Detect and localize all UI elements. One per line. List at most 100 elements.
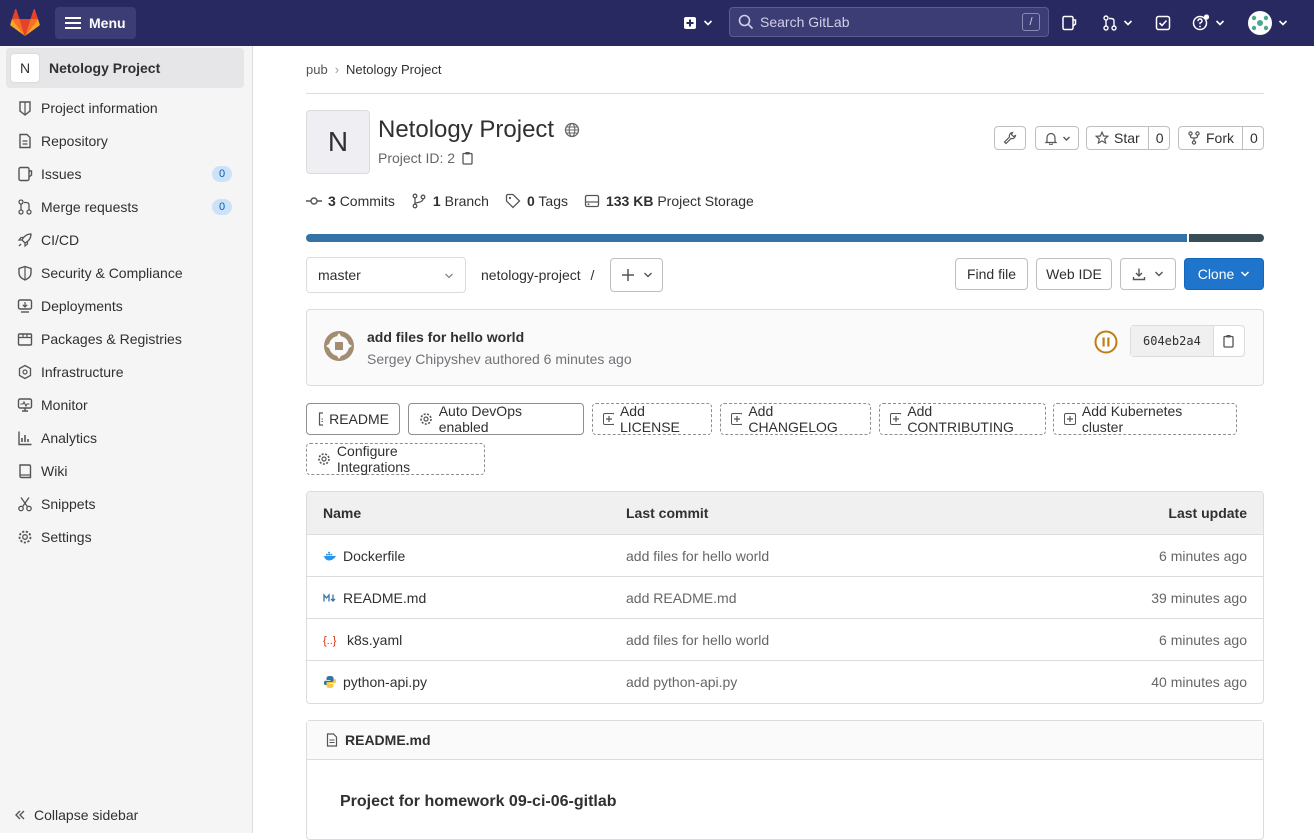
issues-nav-icon[interactable] (1060, 7, 1078, 39)
repo-path-link[interactable]: netology-project (481, 267, 581, 283)
sidebar-item-infrastructure[interactable]: Infrastructure (16, 358, 236, 386)
sidebar-project-link[interactable]: N Netology Project (6, 48, 244, 88)
sidebar-item-issues[interactable]: Issues 0 (16, 160, 236, 188)
web-ide-label: Web IDE (1046, 266, 1102, 282)
sidebar-item-label: Monitor (41, 397, 88, 413)
copy-sha-button[interactable] (1213, 326, 1244, 356)
download-dropdown-button[interactable] (1120, 258, 1176, 290)
sidebar-item-monitor[interactable]: Monitor (16, 391, 236, 419)
sidebar-item-label: Infrastructure (41, 364, 124, 380)
language-segment[interactable] (1187, 234, 1264, 242)
readme-quick-link[interactable]: README (306, 403, 400, 435)
monitor-icon (16, 396, 34, 414)
add-license-button[interactable]: Add LICENSE (592, 403, 712, 435)
clone-dropdown-button[interactable]: Clone (1184, 258, 1264, 290)
info-icon (16, 99, 34, 117)
readme-filename-link[interactable]: README.md (345, 732, 431, 748)
project-id-row: Project ID: 2 (378, 150, 475, 166)
breadcrumb: pub › Netology Project (306, 46, 1264, 94)
sidebar-item-deployments[interactable]: Deployments (16, 292, 236, 320)
commits-stat-link[interactable]: 3 Commits (306, 193, 395, 209)
sidebar-item-analytics[interactable]: Analytics (16, 424, 236, 452)
table-row[interactable]: python-api.py add python-api.py 40 minut… (307, 661, 1263, 703)
todo-icon[interactable] (1154, 7, 1172, 39)
copy-icon[interactable] (461, 151, 475, 165)
plus-square-icon (731, 413, 743, 425)
sidebar-item-label: Wiki (41, 463, 68, 479)
fork-button[interactable]: Fork 0 (1178, 126, 1264, 150)
configure-integrations-button[interactable]: Configure Integrations (306, 443, 485, 475)
breadcrumb-parent-link[interactable]: pub (306, 62, 328, 77)
sidebar-item-cicd[interactable]: CI/CD (16, 226, 236, 254)
svg-text:{..}: {..} (323, 635, 337, 647)
sidebar-item-project-information[interactable]: Project information (16, 94, 236, 122)
sidebar-item-wiki[interactable]: Wiki (16, 457, 236, 485)
search-input[interactable]: Search GitLab / (729, 7, 1049, 37)
breadcrumb-current-link[interactable]: Netology Project (346, 62, 441, 77)
chevron-right-icon: › (334, 62, 340, 77)
sidebar-item-security-compliance[interactable]: Security & Compliance (16, 259, 236, 287)
add-contributing-button[interactable]: Add CONTRIBUTING (879, 403, 1046, 435)
sidebar-item-settings[interactable]: Settings (16, 523, 236, 551)
sidebar-item-label: Security & Compliance (41, 265, 183, 281)
commit-author-avatar[interactable] (323, 330, 355, 362)
user-menu-button[interactable] (1247, 7, 1289, 39)
add-to-tree-dropdown[interactable] (610, 258, 663, 292)
file-name-link[interactable]: Dockerfile (343, 548, 405, 564)
file-commit-link[interactable]: add files for hello world (626, 548, 1046, 564)
file-name-link[interactable]: python-api.py (343, 674, 427, 690)
branch-selector[interactable]: master (306, 257, 466, 293)
configure-integrations-label: Configure Integrations (336, 443, 411, 475)
star-count[interactable]: 0 (1147, 127, 1171, 149)
sidebar-item-merge-requests[interactable]: Merge requests 0 (16, 193, 236, 221)
sidebar-item-snippets[interactable]: Snippets (16, 490, 236, 518)
file-name-link[interactable]: k8s.yaml (347, 632, 402, 648)
commit-author-link[interactable]: Sergey Chipyshev (367, 351, 481, 367)
add-kubernetes-cluster-button[interactable]: Add Kubernetes cluster (1053, 403, 1237, 435)
settings-wrench-button[interactable] (994, 126, 1026, 150)
tags-stat-link[interactable]: 0 Tags (505, 193, 568, 209)
file-commit-link[interactable]: add python-api.py (626, 674, 1046, 690)
branches-stat-link[interactable]: 1 Branch (411, 193, 489, 209)
web-ide-button[interactable]: Web IDE (1036, 258, 1112, 290)
merge-requests-nav-button[interactable] (1100, 7, 1134, 39)
python-icon (324, 676, 336, 688)
commit-sha[interactable]: 604eb2a4 (1131, 326, 1214, 356)
language-segment[interactable] (306, 234, 1188, 242)
commit-message-link[interactable]: add files for hello world (367, 329, 524, 345)
file-commit-link[interactable]: add files for hello world (626, 632, 1046, 648)
sidebar-item-label: Repository (41, 133, 108, 149)
notifications-dropdown-button[interactable] (1035, 126, 1079, 150)
readme-panel: README.md Project for homework 09-ci-06-… (306, 720, 1264, 840)
file-name-link[interactable]: README.md (343, 590, 426, 606)
sidebar-item-repository[interactable]: Repository (16, 127, 236, 155)
menu-button[interactable]: Menu (55, 7, 136, 39)
collapse-sidebar-label: Collapse sidebar (34, 807, 139, 823)
table-row[interactable]: Dockerfile add files for hello world 6 m… (307, 535, 1263, 577)
collapse-sidebar-button[interactable]: Collapse sidebar (14, 807, 138, 823)
storage-stat-link[interactable]: 133 KB Project Storage (584, 193, 754, 209)
repository-languages-bar[interactable] (306, 234, 1264, 242)
pipeline-paused-icon[interactable] (1094, 330, 1118, 354)
auto-devops-link[interactable]: Auto DevOps enabled (408, 403, 584, 435)
table-row[interactable]: README.md add README.md 39 minutes ago (307, 577, 1263, 619)
file-icon (326, 733, 338, 747)
help-dropdown-button[interactable] (1191, 7, 1225, 39)
sidebar: N Netology Project Project information R… (0, 46, 253, 833)
add-changelog-button[interactable]: Add CHANGELOG (720, 403, 871, 435)
star-button[interactable]: Star 0 (1086, 126, 1170, 150)
sidebar-item-label: Packages & Registries (41, 331, 182, 347)
chevron-down-icon (643, 272, 652, 278)
column-header-last-update: Last update (1168, 505, 1247, 521)
gitlab-logo-icon[interactable] (9, 7, 41, 39)
fork-count[interactable]: 0 (1242, 127, 1265, 149)
file-commit-link[interactable]: add README.md (626, 590, 1046, 606)
new-dropdown-button[interactable] (676, 7, 720, 39)
find-file-button[interactable]: Find file (955, 258, 1028, 290)
file-updated-time: 40 minutes ago (1151, 674, 1247, 690)
search-icon (738, 14, 754, 30)
table-row[interactable]: {..} k8s.yaml add files for hello world … (307, 619, 1263, 661)
sidebar-item-packages-registries[interactable]: Packages & Registries (16, 325, 236, 353)
add-contributing-label: Add CONTRIBUTING (907, 403, 1014, 435)
fork-icon (1188, 131, 1200, 145)
